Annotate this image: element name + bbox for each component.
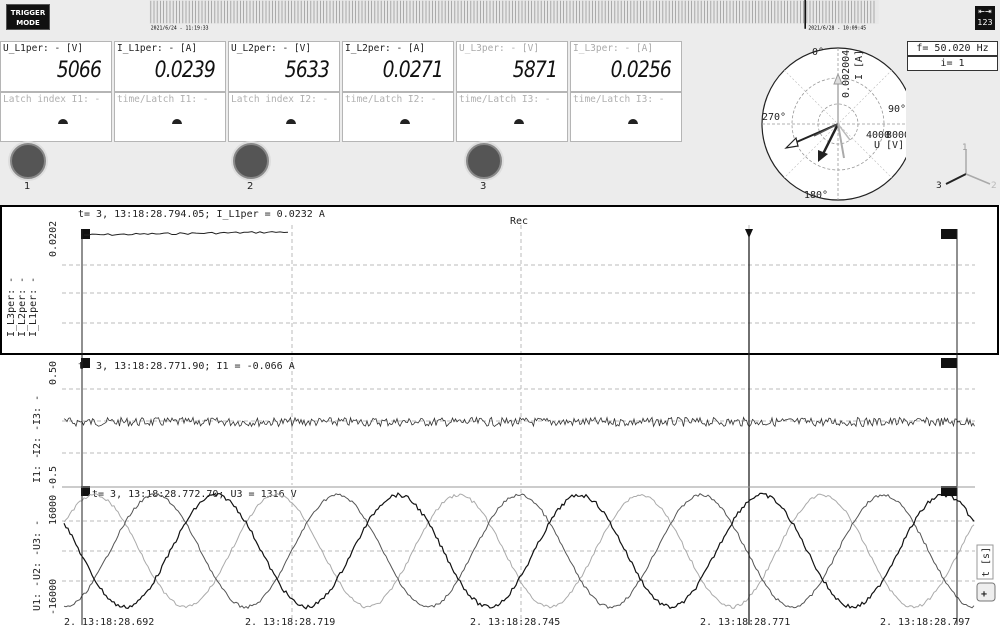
- measure-cell-i-l1: I_L1per: - [A] 0.0239: [114, 41, 226, 92]
- frequency-display: f= 50.020 Hz: [907, 41, 998, 56]
- recording-timeline[interactable]: 2021/6/24 - 11:19:33 2021/6/28 - 10:09:4…: [58, 0, 970, 32]
- latch-header: time/Latch I3: -: [459, 94, 551, 105]
- latch-indicator: [172, 119, 182, 124]
- panel-3-legend-u3: U3: -: [32, 520, 43, 550]
- measure-value: 5871: [512, 58, 558, 83]
- panel-2-right-marker[interactable]: [941, 358, 957, 368]
- axis-orientation-icon[interactable]: 1 3 2: [936, 140, 998, 192]
- panel-1-legend-l1: I_L1per: -: [28, 277, 39, 337]
- voltage-unit-label: U [V]: [874, 140, 904, 151]
- led-label-3: 3: [480, 181, 487, 192]
- measure-value: 5633: [284, 58, 330, 83]
- current-unit-label: I [A]: [854, 50, 865, 80]
- panel-3-legend-u1: U1: -: [32, 581, 43, 611]
- latch-indicator: [286, 119, 296, 124]
- latch-indicator: [514, 119, 524, 124]
- angle-0-label: 0°: [812, 47, 824, 58]
- panel-3-ytick-bottom: -16000: [48, 579, 59, 615]
- current-scale-label: 0.002004: [841, 50, 852, 98]
- panel-1-legend-l2: I_L2per: -: [17, 277, 28, 337]
- waveform-charts[interactable]: t= 3, 13:18:28.794.05; I_L1per = 0.0232 …: [0, 205, 1000, 625]
- measure-header: I_L1per: - [A]: [117, 43, 198, 54]
- latch-indicator: [400, 119, 410, 124]
- trigger-label-2: MODE: [16, 19, 40, 27]
- x-tick-label: 2, 13:18:28.719: [245, 617, 335, 625]
- panel-1-ytick-top: 0.0202: [48, 221, 59, 257]
- latch-cell: time/Latch I3: -: [570, 92, 682, 142]
- measure-cell-i-l3: I_L3per: - [A] 0.0256: [570, 41, 682, 92]
- panel-3-cursor-readout: t= 3, 13:18:28.772.70; U3 = 1316 V: [92, 489, 297, 500]
- measure-value: 5066: [56, 58, 102, 83]
- latch-header: time/Latch I2: -: [345, 94, 437, 105]
- time-axis-label: t [s]: [981, 547, 992, 577]
- angle-90-label: 90°: [888, 104, 906, 115]
- measure-cell-u-l3: U_L3per: - [V] 5871: [456, 41, 568, 92]
- panel-3-legend-u2: U2: -: [32, 550, 43, 580]
- panel-2-legend-i2: I2: -: [32, 425, 43, 455]
- measure-cell-u-l2: U_L2per: - [V] 5633: [228, 41, 340, 92]
- latch-header: Latch index I1: -: [3, 94, 101, 105]
- latch-cell: time/Latch I2: -: [342, 92, 454, 142]
- latch-cell: time/Latch I1: -: [114, 92, 226, 142]
- measure-cell-u-l1: U_L1per: - [V] 5066: [0, 41, 112, 92]
- latch-header: Latch index I2: -: [231, 94, 329, 105]
- navigation-button[interactable]: ⇤⇥ 123: [975, 6, 995, 30]
- panel-3-ytick-top: 16000: [48, 495, 59, 525]
- axis-x-label: 3: [936, 181, 942, 191]
- top-toolbar: TRIGGER MODE 2021/6/24 - 11:19:33 2021/6…: [0, 0, 1000, 40]
- measure-value: 0.0239: [154, 58, 216, 83]
- arrows-icon: ⇤⇥: [978, 7, 992, 16]
- measure-header: I_L3per: - [A]: [573, 43, 654, 54]
- led-label-2: 2: [247, 181, 254, 192]
- phasor-diagram[interactable]: 0° 90° 180° 270° 0.002004 I [A] 4000 800…: [754, 40, 906, 205]
- panel-2-legend-i1: I1: -: [32, 453, 43, 483]
- measure-header: U_L2per: - [V]: [231, 43, 312, 54]
- latch-indicator: [628, 119, 638, 124]
- axis-z-label: 2: [991, 181, 997, 191]
- latch-cell: Latch index I1: -: [0, 92, 112, 142]
- panel-2-cursor-readout: t= 3, 13:18:28.771.90; I1 = -0.066 A: [78, 361, 295, 372]
- x-tick-label: 2, 13:18:28.745: [470, 617, 560, 625]
- measure-header: U_L3per: - [V]: [459, 43, 540, 54]
- timeline-start-date: 2021/6/24 - 11:19:33: [151, 26, 209, 32]
- panel-1-cursor-readout: t= 3, 13:18:28.794.05; I_L1per = 0.0232 …: [78, 209, 325, 220]
- latch-header: time/Latch I3: -: [573, 94, 665, 105]
- measure-header: U_L1per: - [V]: [3, 43, 84, 54]
- panel-1-legend-l3: I_L3per: -: [6, 277, 17, 337]
- panel-1-right-marker[interactable]: [941, 229, 957, 239]
- latch-header: time/Latch I1: -: [117, 94, 209, 105]
- angle-270-label: 270°: [762, 112, 786, 123]
- measure-value: 0.0271: [382, 58, 444, 83]
- index-display: i= 1: [907, 56, 998, 71]
- measure-cell-i-l2: I_L2per: - [A] 0.0271: [342, 41, 454, 92]
- led-indicator-2[interactable]: [233, 143, 269, 179]
- zoom-icon: +: [981, 589, 987, 600]
- angle-180-label: 180°: [804, 190, 828, 201]
- measure-header: I_L2per: - [A]: [345, 43, 426, 54]
- led-indicator-3[interactable]: [466, 143, 502, 179]
- panel-2-ytick-bottom: -0.5: [48, 466, 59, 490]
- x-tick-label: 2, 13:18:28.797: [880, 617, 970, 625]
- latch-cell: Latch index I2: -: [228, 92, 340, 142]
- latch-cell: time/Latch I3: -: [456, 92, 568, 142]
- led-label-1: 1: [24, 181, 31, 192]
- measure-value: 0.0256: [610, 58, 672, 83]
- panel-2-ytick-top: 0.50: [48, 361, 59, 385]
- latch-indicator: [58, 119, 68, 124]
- axis-y-label: 1: [962, 143, 968, 153]
- panel-2-legend-i3: I3: -: [32, 395, 43, 425]
- x-tick-label: 2, 13:18:28.771: [700, 617, 790, 625]
- trigger-label-1: TRIGGER: [10, 9, 46, 17]
- timeline-ticks: [150, 0, 875, 24]
- nav-label: 123: [977, 18, 993, 27]
- led-indicator-1[interactable]: [10, 143, 46, 179]
- timeline-end-date: 2021/6/28 - 10:09:45: [808, 26, 866, 32]
- trigger-mode-button[interactable]: TRIGGER MODE: [6, 4, 50, 30]
- rec-label: Rec: [510, 216, 528, 227]
- x-tick-label: 2, 13:18:28.692: [64, 617, 154, 625]
